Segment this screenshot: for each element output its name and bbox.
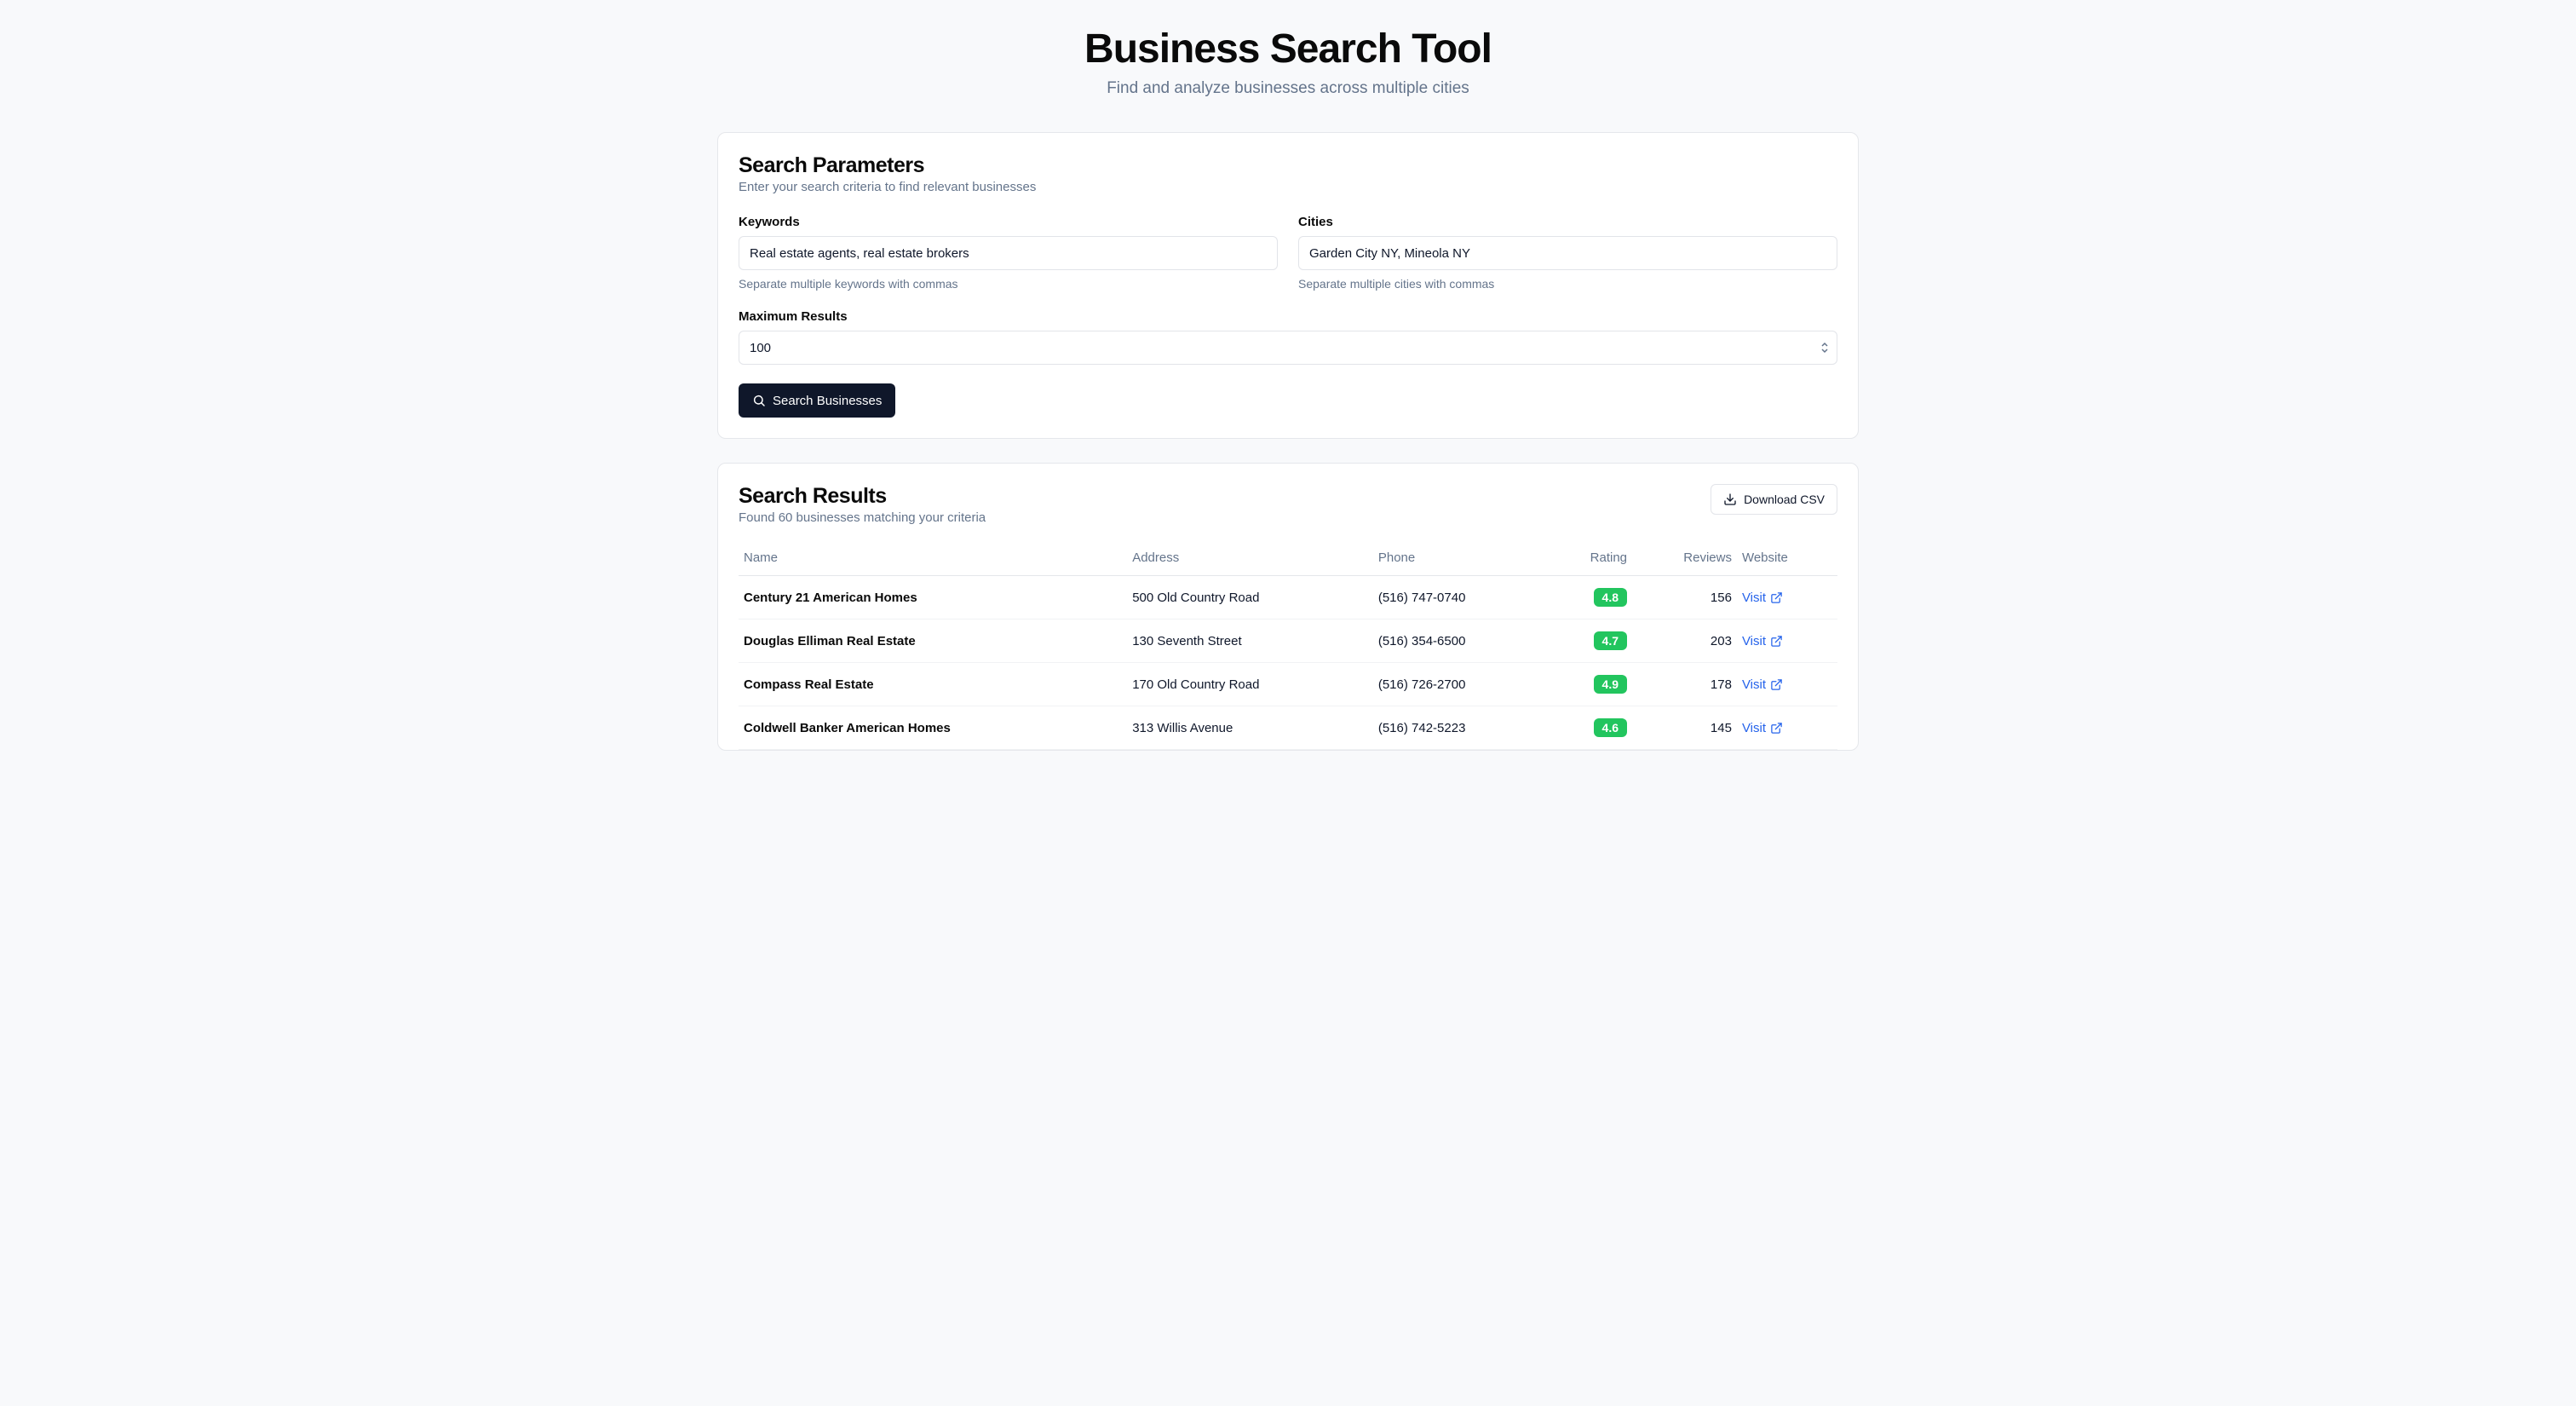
- cell-website: Visit: [1737, 706, 1837, 750]
- visit-label: Visit: [1742, 591, 1766, 605]
- visit-label: Visit: [1742, 721, 1766, 735]
- cell-reviews: 145: [1632, 706, 1737, 750]
- cell-phone: (516) 742-5223: [1373, 706, 1548, 750]
- cell-reviews: 203: [1632, 619, 1737, 663]
- cell-reviews: 178: [1632, 663, 1737, 706]
- visit-link[interactable]: Visit: [1742, 721, 1783, 735]
- col-header-website: Website: [1737, 540, 1837, 576]
- visit-label: Visit: [1742, 634, 1766, 648]
- cell-address: 500 Old Country Road: [1127, 576, 1373, 619]
- cell-rating: 4.7: [1548, 619, 1632, 663]
- search-icon: [752, 394, 766, 407]
- search-parameters-card: Search Parameters Enter your search crit…: [717, 132, 1859, 439]
- col-header-rating: Rating: [1548, 540, 1632, 576]
- rating-badge: 4.6: [1594, 718, 1627, 737]
- cell-address: 313 Willis Avenue: [1127, 706, 1373, 750]
- cell-phone: (516) 747-0740: [1373, 576, 1548, 619]
- col-header-name: Name: [739, 540, 1127, 576]
- rating-badge: 4.7: [1594, 631, 1627, 650]
- keywords-hint: Separate multiple keywords with commas: [739, 277, 1278, 291]
- search-button-label: Search Businesses: [773, 394, 882, 408]
- cell-rating: 4.8: [1548, 576, 1632, 619]
- max-results-select[interactable]: 100: [739, 331, 1837, 365]
- cell-name: Compass Real Estate: [739, 663, 1127, 706]
- cities-hint: Separate multiple cities with commas: [1298, 277, 1837, 291]
- visit-link[interactable]: Visit: [1742, 677, 1783, 692]
- results-table: Name Address Phone Rating Reviews Websit…: [739, 540, 1837, 750]
- external-link-icon: [1770, 591, 1783, 604]
- keywords-label: Keywords: [739, 215, 1278, 229]
- external-link-icon: [1770, 722, 1783, 735]
- cell-reviews: 156: [1632, 576, 1737, 619]
- page-title: Business Search Tool: [717, 26, 1859, 72]
- cell-name: Century 21 American Homes: [739, 576, 1127, 619]
- col-header-reviews: Reviews: [1632, 540, 1737, 576]
- table-row: Coldwell Banker American Homes313 Willis…: [739, 706, 1837, 750]
- results-subtitle: Found 60 businesses matching your criter…: [739, 510, 986, 525]
- keywords-input[interactable]: [739, 236, 1278, 270]
- rating-badge: 4.9: [1594, 675, 1627, 694]
- col-header-phone: Phone: [1373, 540, 1548, 576]
- cell-address: 130 Seventh Street: [1127, 619, 1373, 663]
- cell-website: Visit: [1737, 663, 1837, 706]
- col-header-address: Address: [1127, 540, 1373, 576]
- cell-name: Coldwell Banker American Homes: [739, 706, 1127, 750]
- cities-input[interactable]: [1298, 236, 1837, 270]
- cell-phone: (516) 354-6500: [1373, 619, 1548, 663]
- cell-rating: 4.9: [1548, 663, 1632, 706]
- external-link-icon: [1770, 635, 1783, 648]
- download-csv-button[interactable]: Download CSV: [1711, 484, 1837, 515]
- visit-link[interactable]: Visit: [1742, 634, 1783, 648]
- cell-phone: (516) 726-2700: [1373, 663, 1548, 706]
- external-link-icon: [1770, 678, 1783, 691]
- cell-rating: 4.6: [1548, 706, 1632, 750]
- download-icon: [1723, 493, 1737, 506]
- search-params-title: Search Parameters: [739, 153, 1837, 178]
- table-row: Douglas Elliman Real Estate130 Seventh S…: [739, 619, 1837, 663]
- cell-website: Visit: [1737, 619, 1837, 663]
- visit-link[interactable]: Visit: [1742, 591, 1783, 605]
- results-title: Search Results: [739, 484, 986, 509]
- search-results-card: Search Results Found 60 businesses match…: [717, 463, 1859, 751]
- visit-label: Visit: [1742, 677, 1766, 692]
- download-csv-label: Download CSV: [1744, 493, 1825, 506]
- page-subtitle: Find and analyze businesses across multi…: [717, 79, 1859, 98]
- page-header: Business Search Tool Find and analyze bu…: [717, 26, 1859, 98]
- cell-name: Douglas Elliman Real Estate: [739, 619, 1127, 663]
- max-results-label: Maximum Results: [739, 309, 1837, 324]
- search-params-subtitle: Enter your search criteria to find relev…: [739, 180, 1837, 194]
- cell-address: 170 Old Country Road: [1127, 663, 1373, 706]
- search-businesses-button[interactable]: Search Businesses: [739, 383, 895, 418]
- rating-badge: 4.8: [1594, 588, 1627, 607]
- cell-website: Visit: [1737, 576, 1837, 619]
- table-row: Compass Real Estate170 Old Country Road(…: [739, 663, 1837, 706]
- table-row: Century 21 American Homes500 Old Country…: [739, 576, 1837, 619]
- cities-label: Cities: [1298, 215, 1837, 229]
